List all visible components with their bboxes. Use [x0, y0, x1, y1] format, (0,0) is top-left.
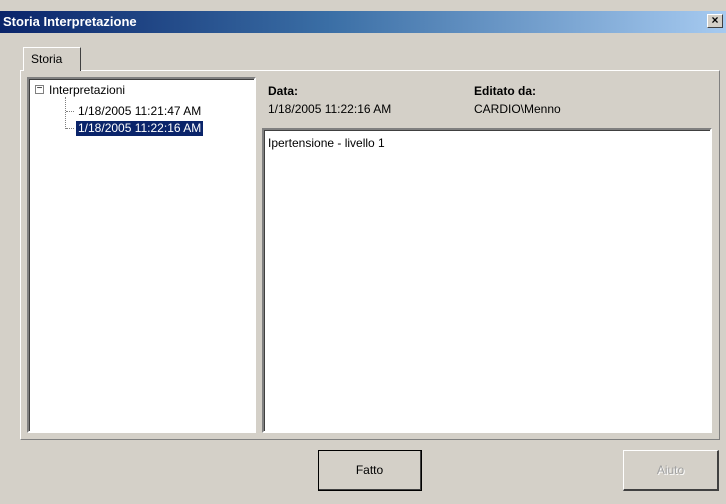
editor-value: CARDIO\Menno: [474, 102, 561, 116]
tree-item-selected[interactable]: 1/18/2005 11:22:16 AM: [76, 121, 204, 136]
interpretations-tree[interactable]: − Interpretazioni 1/18/2005 11:21:47 AM …: [27, 77, 256, 433]
dialog-window: Storia Interpretazione × Storia − Interp…: [0, 0, 726, 504]
title-bar[interactable]: Storia Interpretazione ×: [0, 11, 726, 33]
tab-storia[interactable]: Storia: [23, 47, 81, 71]
tree-item[interactable]: 1/18/2005 11:21:47 AM: [76, 104, 203, 119]
tree-connector: [65, 97, 66, 129]
tree-root-label[interactable]: Interpretazioni: [49, 83, 125, 97]
editor-label: Editato da:: [474, 84, 536, 98]
close-button[interactable]: ×: [707, 14, 723, 28]
tab-label: Storia: [31, 52, 63, 66]
done-button[interactable]: Fatto: [318, 450, 422, 491]
tree-connector: [66, 111, 74, 112]
close-icon: ×: [711, 13, 719, 27]
collapse-icon[interactable]: −: [35, 84, 44, 94]
help-button[interactable]: Aiuto: [623, 450, 719, 491]
window-title: Storia Interpretazione: [3, 14, 137, 29]
interpretation-textarea[interactable]: Ipertensione - livello 1: [262, 128, 712, 433]
interpretation-text: Ipertensione - livello 1: [268, 136, 385, 150]
date-label: Data:: [268, 84, 299, 98]
date-value: 1/18/2005 11:22:16 AM: [268, 102, 392, 116]
tree-connector: [66, 128, 74, 129]
